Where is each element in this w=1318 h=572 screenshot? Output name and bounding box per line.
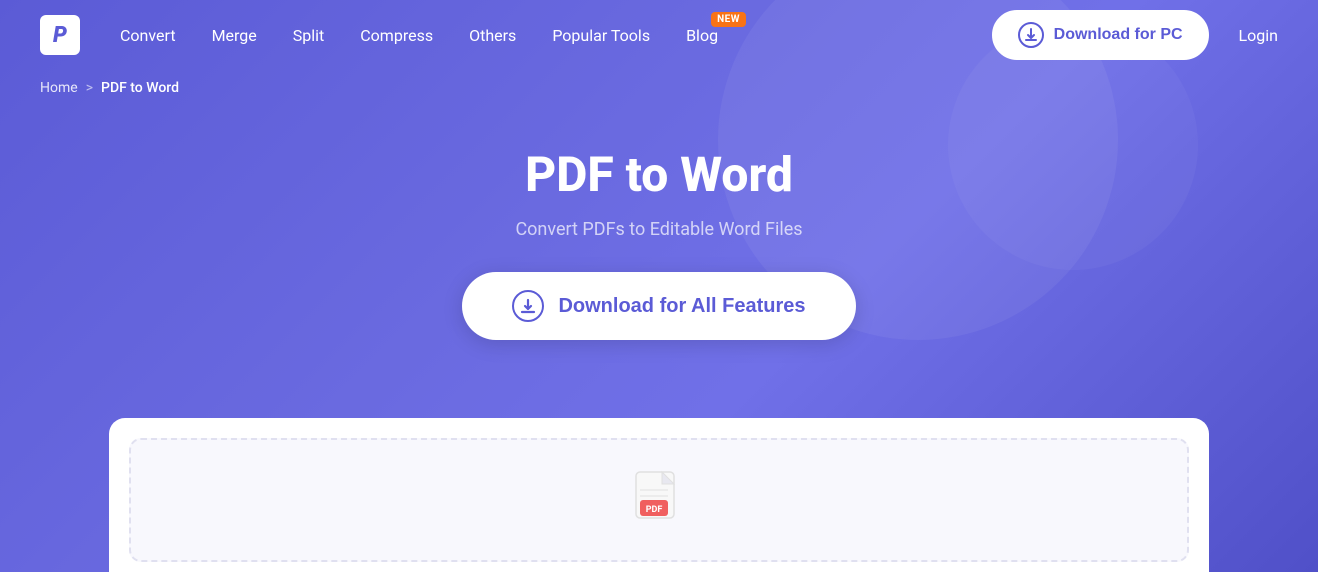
nav-right: Download for PC Login <box>992 10 1278 60</box>
login-link[interactable]: Login <box>1239 26 1278 45</box>
download-pc-button[interactable]: Download for PC <box>992 10 1209 60</box>
hero-subtitle: Convert PDFs to Editable Word Files <box>515 219 802 240</box>
logo[interactable]: P <box>40 15 80 55</box>
pdf-file-icon: PDF <box>634 470 684 530</box>
logo-letter: P <box>53 23 67 48</box>
breadcrumb-current: PDF to Word <box>101 80 179 96</box>
hero-title: PDF to Word <box>525 146 793 203</box>
blog-wrapper: Blog NEW <box>686 26 718 45</box>
nav-convert[interactable]: Convert <box>120 26 176 45</box>
nav-compress[interactable]: Compress <box>360 26 433 45</box>
hero-section: PDF to Word Convert PDFs to Editable Wor… <box>0 106 1318 340</box>
breadcrumb-home[interactable]: Home <box>40 80 78 96</box>
download-all-button[interactable]: Download for All Features <box>462 272 855 340</box>
nav-links: Convert Merge Split Compress Others Popu… <box>120 26 992 45</box>
upload-section: PDF <box>109 418 1209 572</box>
svg-text:PDF: PDF <box>646 505 663 515</box>
nav-blog[interactable]: Blog <box>686 26 718 45</box>
upload-inner[interactable]: PDF <box>129 438 1189 562</box>
navbar: P Convert Merge Split Compress Others Po… <box>0 0 1318 70</box>
nav-popular-tools[interactable]: Popular Tools <box>552 26 650 45</box>
breadcrumb-separator: > <box>86 80 93 96</box>
download-pc-icon <box>1018 22 1044 48</box>
download-pc-label: Download for PC <box>1054 26 1183 44</box>
new-badge: NEW <box>711 12 746 27</box>
nav-split[interactable]: Split <box>293 26 325 45</box>
download-all-icon <box>512 290 544 322</box>
download-all-label: Download for All Features <box>558 295 805 318</box>
nav-merge[interactable]: Merge <box>212 26 257 45</box>
page-wrapper: P Convert Merge Split Compress Others Po… <box>0 0 1318 572</box>
breadcrumb: Home > PDF to Word <box>0 70 1318 106</box>
nav-others[interactable]: Others <box>469 26 516 45</box>
